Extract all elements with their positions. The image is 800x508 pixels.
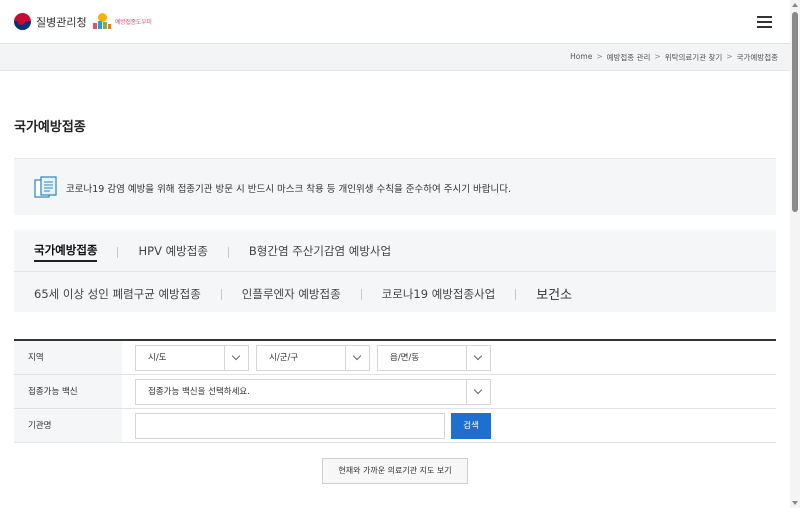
kdca-logo[interactable]: 질병관리청 <box>14 13 87 30</box>
kdca-logo-text: 질병관리청 <box>36 15 87 29</box>
sido-select-value: 시/도 <box>148 353 167 363</box>
site-header: 질병관리청 예방접종도우미 <box>0 0 790 44</box>
vaccine-row: 접종가능 백신 접종가능 백신을 선택하세요. <box>14 375 776 409</box>
taegeuk-icon <box>14 13 31 30</box>
program-tabs: 국가예방접종 HPV 예방접종 B형간염 주산기감염 예방사업 65세 이상 성… <box>14 230 776 312</box>
breadcrumb-item[interactable]: 위탁의료기관 찾기 <box>665 52 723 63</box>
breadcrumb-item[interactable]: 예방접종 관리 <box>607 52 651 63</box>
chevron-down-icon <box>345 346 369 370</box>
tab-divider <box>360 289 362 300</box>
tab-influenza[interactable]: 인플루엔자 예방접종 <box>242 286 341 304</box>
vaccine-label: 접종가능 백신 <box>14 375 122 408</box>
vaccine-select-value: 접종가능 백신을 선택하세요. <box>148 387 250 397</box>
search-button[interactable]: 검색 <box>451 413 491 439</box>
scrollbar-thumb[interactable] <box>792 12 798 212</box>
breadcrumb-separator: > <box>596 52 603 61</box>
notice-text: 코로나19 감염 예방을 위해 접종기관 방문 시 반드시 마스크 착용 등 개… <box>66 184 511 195</box>
breadcrumb-home[interactable]: Home <box>570 52 592 63</box>
breadcrumb-separator: > <box>654 52 661 61</box>
vaccination-helper-logo-text: 예방접종도우미 <box>115 18 152 26</box>
tab-pneumococcal[interactable]: 65세 이상 성인 폐렴구균 예방접종 <box>34 286 201 304</box>
eupmyeondong-select-value: 읍/면/동 <box>390 353 420 363</box>
chevron-down-icon <box>466 346 490 370</box>
tab-hpv[interactable]: HPV 예방접종 <box>138 243 207 261</box>
chevron-down-icon <box>466 380 490 404</box>
tab-divider <box>220 289 222 300</box>
vaccination-helper-logo[interactable]: 예방접종도우미 <box>92 12 152 30</box>
org-label: 기관명 <box>14 409 122 442</box>
tab-health-center[interactable]: 보건소 <box>536 284 572 305</box>
scroll-up-icon[interactable] <box>792 3 798 7</box>
chevron-down-icon <box>224 346 248 370</box>
hamburger-menu-icon[interactable] <box>757 16 772 28</box>
tab-row-divider <box>14 271 776 272</box>
sun-people-icon <box>92 12 112 30</box>
vaccine-select[interactable]: 접종가능 백신을 선택하세요. <box>135 379 491 405</box>
document-icon <box>34 176 57 198</box>
tab-row-1: 국가예방접종 HPV 예방접종 B형간염 주산기감염 예방사업 <box>34 242 391 262</box>
page-title: 국가예방접종 <box>14 120 86 135</box>
org-name-input[interactable] <box>135 413 445 439</box>
scrollbar[interactable] <box>790 0 800 508</box>
tab-national-vaccination[interactable]: 국가예방접종 <box>34 242 98 262</box>
sigungu-select-value: 시/군/구 <box>269 353 299 363</box>
org-row: 기관명 검색 <box>14 409 776 443</box>
tab-divider <box>117 246 119 258</box>
breadcrumb-current[interactable]: 국가예방접종 <box>737 52 778 63</box>
region-row: 지역 시/도 시/군/구 읍/면/동 <box>14 341 776 375</box>
sido-select[interactable]: 시/도 <box>135 345 249 371</box>
tab-divider <box>515 289 517 300</box>
breadcrumb: Home > 예방접종 관리 > 위탁의료기관 찾기 > 국가예방접종 <box>570 52 778 63</box>
sigungu-select[interactable]: 시/군/구 <box>256 345 370 371</box>
nearby-map-button[interactable]: 현재와 가까운 의료기관 지도 보기 <box>322 458 468 484</box>
region-label: 지역 <box>14 341 122 374</box>
tab-hepatitis-b[interactable]: B형간염 주산기감염 예방사업 <box>249 243 391 261</box>
tab-covid19[interactable]: 코로나19 예방접종사업 <box>382 286 496 304</box>
breadcrumb-separator: > <box>726 52 733 61</box>
search-form: 지역 시/도 시/군/구 읍/면/동 접종가능 백신 접종가능 백신을 선택하세… <box>14 339 776 443</box>
eupmyeondong-select[interactable]: 읍/면/동 <box>377 345 491 371</box>
notice-box: 코로나19 감염 예방을 위해 접종기관 방문 시 반드시 마스크 착용 등 개… <box>14 158 776 215</box>
breadcrumb-bar: Home > 예방접종 관리 > 위탁의료기관 찾기 > 국가예방접종 <box>0 44 790 71</box>
scroll-down-icon[interactable] <box>792 501 798 505</box>
tab-divider <box>227 246 229 258</box>
tab-row-2: 65세 이상 성인 폐렴구균 예방접종 인플루엔자 예방접종 코로나19 예방접… <box>14 271 776 305</box>
